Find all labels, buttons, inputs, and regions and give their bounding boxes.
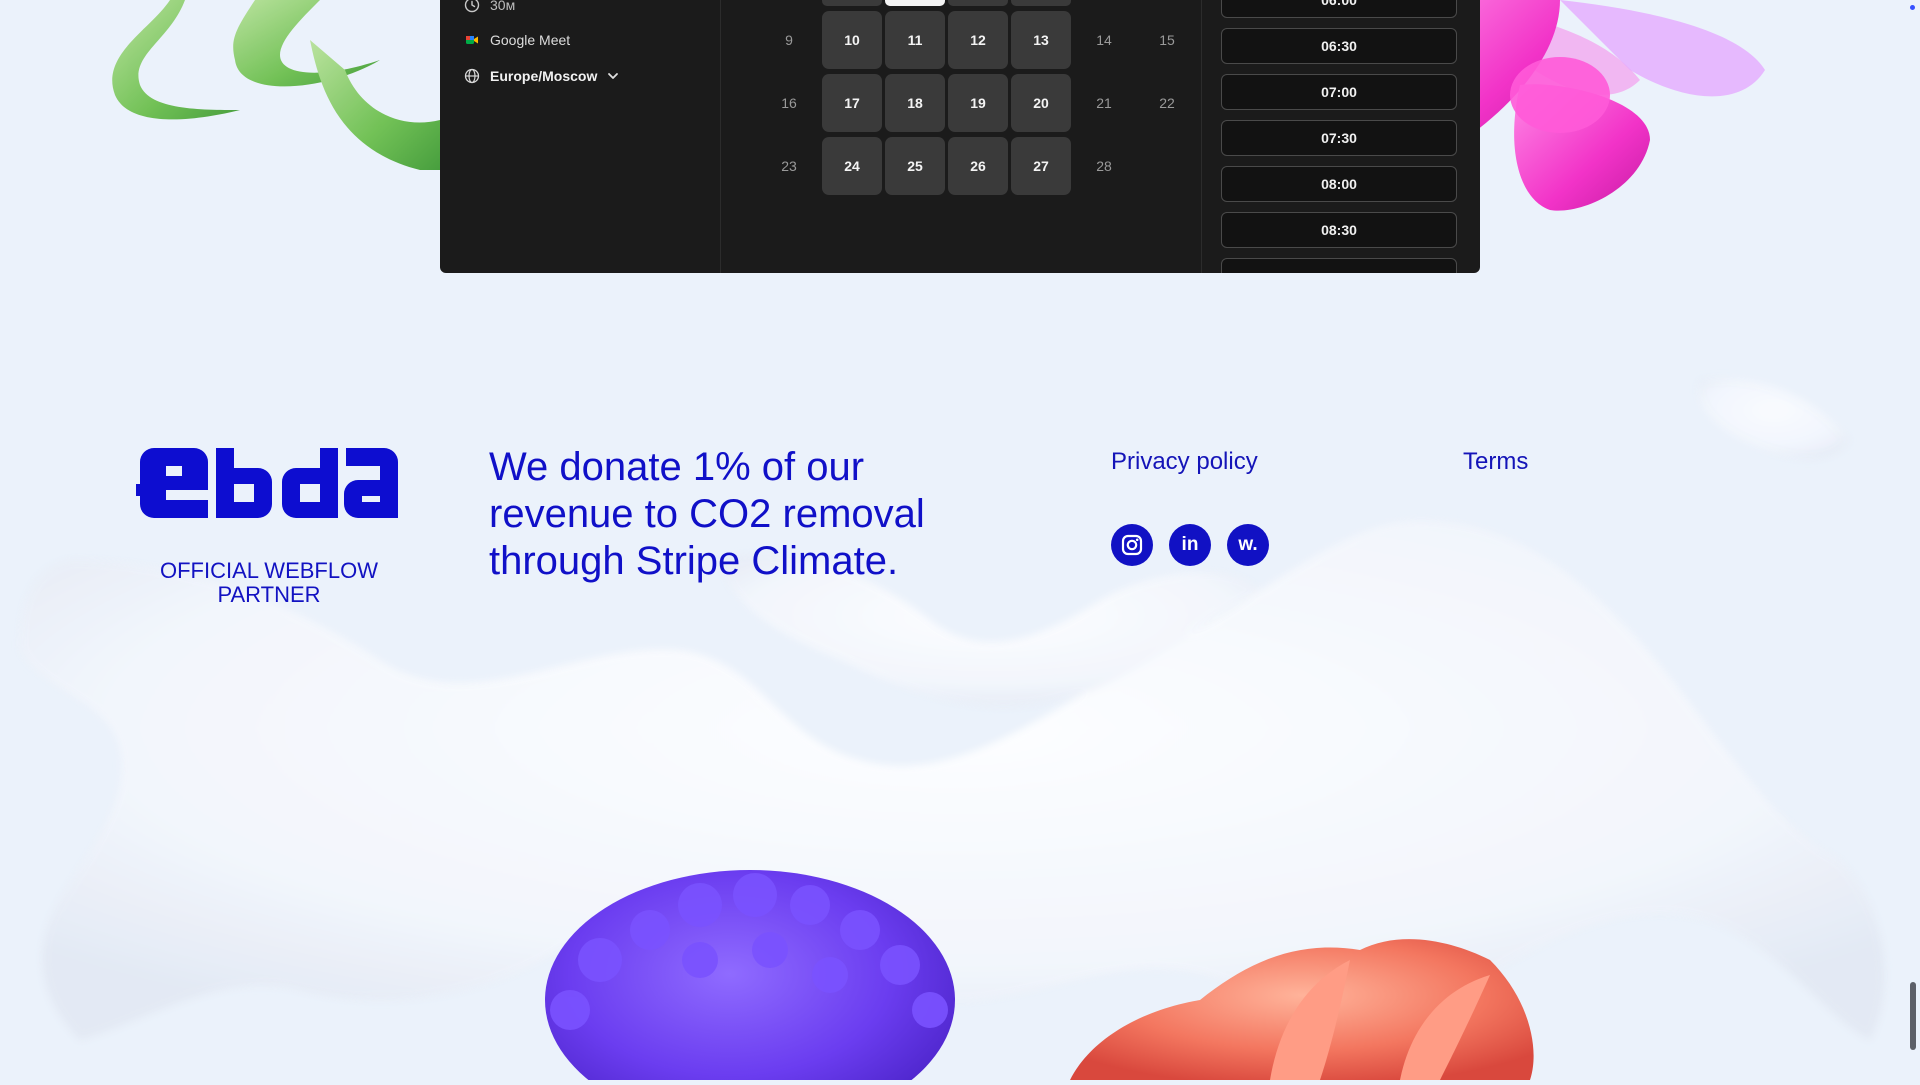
calendar-day-unavailable: 14 — [1096, 32, 1112, 48]
timezone-selector[interactable]: Europe/Moscow — [464, 68, 619, 84]
calendar-day-unavailable: 28 — [1096, 158, 1112, 174]
calendar-panel: 9 10 11 12 13 14 15 16 17 18 19 20 21 22 23 24 25 26 27 28 — [721, 0, 1202, 273]
calendar-day-unavailable: 9 — [785, 32, 793, 48]
previous-week-day-stub[interactable] — [948, 0, 1008, 6]
meeting-app-label: Google Meet — [490, 32, 571, 48]
time-slot-button[interactable]: 08:30 — [1221, 212, 1457, 248]
google-meet-icon — [466, 36, 478, 44]
previous-week-day-stub[interactable] — [1011, 0, 1071, 6]
calendar-day-available[interactable]: 10 — [822, 11, 882, 69]
timezone-label: Europe/Moscow — [490, 68, 598, 84]
calendar-day-unavailable: 22 — [1159, 95, 1175, 111]
time-slot-button[interactable]: 06:30 — [1221, 28, 1457, 64]
linkedin-icon: in — [1181, 534, 1199, 555]
calendar-day-available[interactable]: 11 — [885, 11, 945, 69]
calendar-day-unavailable: 16 — [781, 95, 797, 111]
privacy-policy-link[interactable]: Privacy policy — [1111, 448, 1258, 476]
calendar-day-available[interactable]: 20 — [1011, 74, 1071, 132]
social-links: in w. — [1111, 524, 1269, 566]
time-slot-button[interactable] — [1221, 258, 1457, 273]
calendar-day-available[interactable]: 18 — [885, 74, 945, 132]
webflow-button[interactable]: w. — [1227, 524, 1269, 566]
instagram-icon — [1121, 534, 1143, 556]
calendar-day-unavailable: 23 — [781, 158, 797, 174]
duration-label: 30м — [490, 0, 516, 13]
chevron-down-icon — [608, 73, 619, 79]
time-slots-panel: 06:00 06:30 07:00 07:30 08:00 08:30 — [1201, 0, 1480, 273]
donation-statement: We donate 1% of our revenue to CO2 remov… — [489, 445, 925, 583]
globe-icon — [464, 68, 480, 84]
duration-row: 30м — [464, 0, 515, 13]
time-slot-button[interactable]: 06:00 — [1221, 0, 1457, 18]
corner-indicator-dot — [1910, 5, 1915, 10]
calendar-day-available[interactable]: 17 — [822, 74, 882, 132]
page-scrollbar[interactable] — [1910, 982, 1916, 1050]
calendar-day-available[interactable]: 13 — [1011, 11, 1071, 69]
time-slot-button[interactable]: 07:30 — [1221, 120, 1457, 156]
event-info-panel: 30м Google Meet Europe/Moscow — [440, 0, 721, 273]
calendar-day-available[interactable]: 24 — [822, 137, 882, 195]
calendar-day-unavailable: 15 — [1159, 32, 1175, 48]
page-background: 30м Google Meet Europe/Moscow 9 10 11 12… — [0, 0, 1920, 1085]
webflow-icon: w. — [1238, 534, 1258, 555]
webflow-partner-label: OFFICIAL WEBFLOW PARTNER — [160, 558, 378, 607]
calendar-day-unavailable: 21 — [1096, 95, 1112, 111]
booking-widget: 30м Google Meet Europe/Moscow 9 10 11 12… — [440, 0, 1480, 273]
ebda-logo: ebda — [136, 448, 398, 518]
calendar-day-available[interactable]: 27 — [1011, 137, 1071, 195]
previous-week-day-stub[interactable] — [822, 0, 882, 6]
calendar-day-available[interactable]: 26 — [948, 137, 1008, 195]
selected-day-stub[interactable] — [885, 0, 945, 6]
time-slot-button[interactable]: 08:00 — [1221, 166, 1457, 202]
calendar-day-available[interactable]: 19 — [948, 74, 1008, 132]
instagram-button[interactable] — [1111, 524, 1153, 566]
clock-icon — [464, 0, 480, 13]
linkedin-button[interactable]: in — [1169, 524, 1211, 566]
time-slot-button[interactable]: 07:00 — [1221, 74, 1457, 110]
terms-link[interactable]: Terms — [1463, 448, 1528, 476]
calendar-day-available[interactable]: 25 — [885, 137, 945, 195]
meeting-app-row: Google Meet — [464, 32, 570, 48]
calendar-day-available[interactable]: 12 — [948, 11, 1008, 69]
